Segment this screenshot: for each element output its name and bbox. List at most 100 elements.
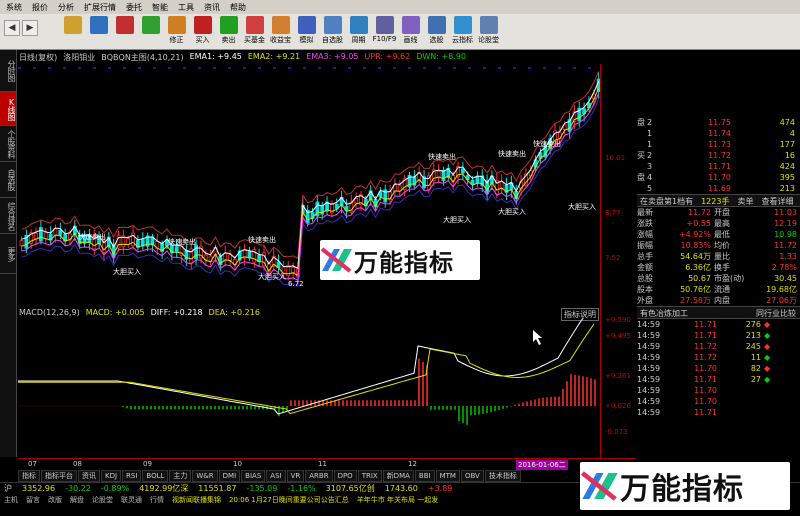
toolbar-button[interactable]: F10/F9 xyxy=(372,16,397,49)
toolbar-button[interactable]: 自选股 xyxy=(320,16,345,49)
menu-item[interactable]: 报价 xyxy=(32,2,48,13)
left-tab[interactable]: 更多 xyxy=(0,234,16,274)
orderbook-row[interactable]: 盘 4 11.70 395 xyxy=(637,172,800,183)
quote-row: 涨跌 +0.55 最高 12.19 xyxy=(637,218,800,229)
menu-item[interactable]: 系统 xyxy=(6,2,22,13)
orderbook-row[interactable]: 盘 2 11.75 474 xyxy=(637,117,800,128)
toolbar-button[interactable]: 买入 xyxy=(190,16,215,49)
toolbar-icon xyxy=(63,16,82,34)
candle xyxy=(247,246,252,262)
candle xyxy=(286,260,291,281)
forward-icon[interactable]: ▶ xyxy=(22,20,38,36)
quote-value: 50.76亿 xyxy=(680,285,711,294)
index-field: -0.89% xyxy=(100,484,130,493)
level: 1 xyxy=(647,140,653,149)
left-tab[interactable]: 综合排名 xyxy=(0,198,16,234)
news-item: 论股堂 xyxy=(92,496,113,504)
tick-row: 14:59 11.71 213 ◆ xyxy=(637,330,800,341)
indicator-tab[interactable]: BIAS xyxy=(241,470,266,482)
indicator-tab[interactable]: BBI xyxy=(414,470,435,482)
back-icon[interactable]: ◀ xyxy=(4,20,20,36)
menu-item[interactable]: 资讯 xyxy=(204,2,220,13)
toolbar-icon xyxy=(401,16,420,34)
indicator-tab[interactable]: 资讯 xyxy=(78,470,100,482)
diff-line xyxy=(18,318,584,415)
indicator-tab[interactable]: 技术指标 xyxy=(484,470,521,482)
news-item: 主机 xyxy=(4,496,18,504)
indicator-tab[interactable]: ARBR xyxy=(305,470,333,482)
indicator-tab[interactable]: MTM xyxy=(435,470,460,482)
volume: 177 xyxy=(779,140,795,149)
orderbook-row[interactable]: 5 11.69 213 xyxy=(637,183,800,194)
toolbar-icon xyxy=(141,16,160,34)
view-detail-link[interactable]: 查看详细 xyxy=(761,195,793,206)
dea-line xyxy=(18,323,595,415)
indicator-tab[interactable]: DMI xyxy=(218,470,241,482)
left-tab[interactable]: 分时图 xyxy=(0,50,16,92)
indicator-tab[interactable]: DPO xyxy=(333,470,357,482)
sell-order-tab[interactable]: 卖单 xyxy=(737,195,753,206)
candle xyxy=(412,170,417,190)
menu-item[interactable]: 委托 xyxy=(126,2,142,13)
indicator-tab[interactable]: KDJ xyxy=(101,470,122,482)
left-tab[interactable]: 个股资料 xyxy=(0,126,16,162)
toolbar-button[interactable]: 收益宝 xyxy=(268,16,293,49)
toolbar-button[interactable]: 云指标 xyxy=(450,16,475,49)
orderbook-row[interactable]: 1 11.74 4 xyxy=(637,128,800,139)
toolbar-button[interactable]: 修正 xyxy=(164,16,189,49)
left-tabs: 分时图 K线图 个股资料 自选股 综合排名 更多 xyxy=(0,50,17,457)
toolbar-icon xyxy=(375,16,394,34)
toolbar-button[interactable]: 选股 xyxy=(424,16,449,49)
indicator-tab[interactable]: TRIX xyxy=(357,470,382,482)
kline-chart[interactable]: 快速卖出快速卖出 快速卖出快速卖出 快速卖出快速卖出大胆买入大胆买入大胆买入大胆买入… xyxy=(18,64,600,308)
chart-annotation: 大胆买入 xyxy=(258,272,286,281)
toolbar-button[interactable] xyxy=(60,16,85,49)
quote-label: 总手 xyxy=(637,252,653,261)
indicator-name[interactable]: BQBQN主图(4,10,21) xyxy=(101,52,183,64)
order-tip: 在卖盘第1档有 xyxy=(640,197,694,206)
toolbar-button[interactable]: 买基金 xyxy=(242,16,267,49)
indicator-tab[interactable]: 指标 xyxy=(18,470,40,482)
orderbook-row[interactable]: 3 11.71 424 xyxy=(637,161,800,172)
left-tab[interactable]: K线图 xyxy=(0,92,16,126)
tick-row: 14:59 11.71 276 ◆ xyxy=(637,319,800,330)
orderbook-row[interactable]: 买 2 11.72 16 xyxy=(637,150,800,161)
news-item[interactable]: 羊年牛市 年关布局 一起发 xyxy=(357,495,438,505)
menu-item[interactable]: 智能 xyxy=(152,2,168,13)
indicator-tab[interactable]: 主力 xyxy=(169,470,192,482)
menu-item[interactable]: 扩展行情 xyxy=(84,2,116,13)
industry-compare-link[interactable]: 同行业比较 xyxy=(756,307,796,318)
toolbar-button[interactable]: 周期 xyxy=(346,16,371,49)
macd-chart[interactable] xyxy=(18,318,600,458)
news-item[interactable]: 20:06 1月27日晚间重要公司公告汇总 xyxy=(229,495,349,505)
toolbar-button[interactable]: 画线 xyxy=(398,16,423,49)
indicator-tab[interactable]: OBV xyxy=(460,470,484,482)
orderbook-row[interactable]: 1 11.73 177 xyxy=(637,139,800,150)
toolbar-button[interactable]: 模拟 xyxy=(294,16,319,49)
candle xyxy=(145,232,150,252)
menu-item[interactable]: 分析 xyxy=(58,2,74,13)
indicator-tab[interactable]: VR xyxy=(286,470,305,482)
toolbar-button[interactable] xyxy=(112,16,137,49)
toolbar-button[interactable]: 卖出 xyxy=(216,16,241,49)
toolbar-button[interactable] xyxy=(138,16,163,49)
indicator-tab[interactable]: BOLL xyxy=(142,470,169,482)
ema2-value: EMA2: +9.21 xyxy=(247,52,301,61)
toolbar-button[interactable]: 论股堂 xyxy=(476,16,501,49)
left-tab[interactable]: 自选股 xyxy=(0,162,16,198)
indicator-tab[interactable]: 新DMA xyxy=(382,470,414,482)
indicator-tab[interactable]: RSI xyxy=(122,470,142,482)
industry-name[interactable]: 有色冶炼加工 xyxy=(640,307,688,318)
indicator-tab[interactable]: ASI xyxy=(266,470,286,482)
menu-item[interactable]: 工具 xyxy=(178,2,194,13)
tick-time: 14:59 xyxy=(637,353,661,362)
tick-list[interactable]: 14:59 11.71 276 ◆ 14:59 11.71 213 ◆ 14:59 11.72 24… xyxy=(637,319,800,418)
period-label[interactable]: 日线(复权) xyxy=(19,52,57,64)
quote-value: 1.33 xyxy=(779,252,797,261)
toolbar-button[interactable] xyxy=(86,16,111,49)
side-label xyxy=(637,139,647,150)
news-item[interactable]: 视新闻联播集锦 xyxy=(172,495,221,505)
indicator-tab[interactable]: W&R xyxy=(192,470,218,482)
menu-item[interactable]: 帮助 xyxy=(230,2,246,13)
indicator-tab[interactable]: 指标平台 xyxy=(41,470,77,482)
